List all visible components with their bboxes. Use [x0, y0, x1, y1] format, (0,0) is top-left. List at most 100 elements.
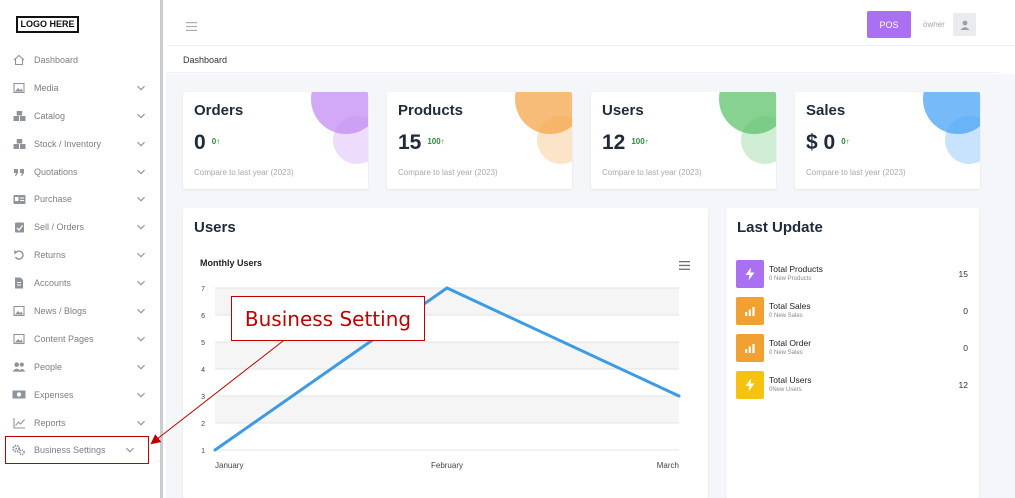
last-update-row: Total Users 0New Users 12 [736, 371, 968, 399]
sidebar-item-quotations[interactable]: Quotations [0, 158, 160, 186]
row-value: 0 [963, 306, 968, 316]
sidebar-item-returns[interactable]: Returns [0, 241, 160, 269]
sidebar-menu: Dashboard Media Catalog Stock / Inventory Qu… [0, 46, 160, 465]
y-tick-label: 4 [201, 367, 205, 374]
stat-card-products: Products 15 100↑ Compare to last year (2023… [387, 92, 572, 189]
bar-chart-icon [736, 297, 764, 325]
user-name[interactable]: owner [923, 20, 945, 29]
stat-title: Orders [194, 102, 244, 119]
avatar[interactable] [953, 13, 976, 36]
sidebar-item-media[interactable]: Media [0, 74, 160, 102]
y-tick-label: 5 [201, 340, 205, 347]
chevron-down-icon [126, 448, 134, 453]
clipboard-check-icon [12, 220, 26, 234]
boxes-icon [12, 109, 26, 123]
stat-value: 15 [398, 131, 422, 154]
quote-icon [12, 165, 26, 179]
sidebar-item-content-pages[interactable]: Content Pages [0, 325, 160, 353]
sidebar-item-label: Expenses [34, 389, 74, 400]
chevron-down-icon [137, 141, 145, 147]
sidebar-item-news-blogs[interactable]: News / Blogs [0, 297, 160, 325]
row-value: 15 [958, 269, 968, 279]
stat-value-row: 0 0↑ [194, 131, 220, 155]
sidebar-item-label: Business Settings [34, 445, 106, 456]
y-tick-label: 1 [201, 448, 205, 455]
user-icon [960, 20, 969, 30]
chevron-down-icon [137, 280, 145, 286]
id-card-icon [12, 192, 26, 206]
sidebar-item-stock-inventory[interactable]: Stock / Inventory [0, 130, 160, 158]
row-subtitle: 0 New Products [769, 276, 812, 282]
breadcrumb: Dashboard [183, 55, 228, 65]
data-point [213, 448, 217, 452]
sidebar-item-people[interactable]: People [0, 353, 160, 381]
sidebar-item-label: Sell / Orders [34, 222, 85, 233]
sidebar-item-label: Reports [34, 417, 66, 428]
stat-card-sales: Sales $ 0 0↑ Compare to last year (2023) [795, 92, 980, 189]
pos-button[interactable]: POS [867, 11, 911, 38]
undo-icon [12, 248, 26, 262]
decor-circle [945, 116, 980, 164]
menu-toggle-icon[interactable] [186, 18, 197, 36]
stat-title: Users [602, 102, 644, 119]
sidebar-item-catalog[interactable]: Catalog [0, 102, 160, 130]
row-title: Total Sales [769, 301, 811, 311]
y-tick-label: 3 [201, 394, 205, 401]
stat-card-orders: Orders 0 0↑ Compare to last year (2023) [183, 92, 368, 189]
sidebar-item-label: Content Pages [34, 333, 94, 344]
sidebar: LOGO HERE Dashboard Media Catalog Stock / I… [0, 0, 163, 498]
file-icon [12, 276, 26, 290]
users-panel: Users Monthly Users 1 2 3 4 5 6 7 January Februa… [183, 208, 708, 498]
bar-chart-icon [736, 334, 764, 362]
last-update-panel: Last Update Total Products 0 New Products… [726, 208, 979, 498]
home-icon [12, 53, 26, 67]
sidebar-item-label: Accounts [34, 278, 72, 289]
bolt-icon [736, 260, 764, 288]
x-tick-label: February [431, 461, 463, 470]
decor-circle [333, 116, 368, 164]
sidebar-item-sell-orders[interactable]: Sell / Orders [0, 213, 160, 241]
boxes-icon [12, 137, 26, 151]
chevron-down-icon [137, 169, 145, 175]
stat-card-users: Users 12 100↑ Compare to last year (2023) [591, 92, 776, 189]
sidebar-item-dashboard[interactable]: Dashboard [0, 46, 160, 74]
stat-value-row: $ 0 0↑ [806, 131, 850, 155]
y-tick-label: 6 [201, 313, 205, 320]
chevron-down-icon [137, 113, 145, 119]
logo: LOGO HERE [16, 16, 79, 33]
chevron-down-icon [137, 85, 145, 91]
stat-delta: 0↑ [841, 137, 850, 146]
image-icon [12, 332, 26, 346]
image-icon [12, 304, 26, 318]
sidebar-item-label: Returns [34, 250, 66, 261]
chevron-down-icon [137, 420, 145, 426]
stat-title: Sales [806, 102, 846, 119]
sidebar-item-label: News / Blogs [34, 305, 87, 316]
annotation-callout: Business Setting [231, 296, 425, 341]
sidebar-item-label: Purchase [34, 194, 73, 205]
money-icon [12, 388, 26, 402]
stat-title: Products [398, 102, 464, 119]
y-tick-label: 2 [201, 421, 205, 428]
sidebar-item-expenses[interactable]: Expenses [0, 381, 160, 409]
stat-value: $ 0 [806, 131, 836, 154]
sidebar-item-label: Media [34, 82, 59, 93]
chevron-down-icon [137, 253, 145, 258]
bolt-icon [736, 371, 764, 399]
chevron-down-icon [137, 308, 145, 314]
row-value: 0 [963, 343, 968, 353]
x-tick-label: March [657, 461, 679, 470]
row-subtitle: 0 New Sales [769, 350, 803, 356]
stat-value-row: 15 100↑ [398, 131, 445, 155]
stat-delta: 100↑ [427, 137, 445, 146]
sidebar-item-business-settings[interactable]: Business Settings [5, 436, 149, 465]
stat-footer: Compare to last year (2023) [194, 168, 294, 177]
sidebar-item-label: Quotations [34, 166, 78, 177]
row-title: Total Users [769, 375, 812, 385]
sidebar-item-purchase[interactable]: Purchase [0, 185, 160, 213]
sidebar-item-reports[interactable]: Reports [0, 409, 160, 437]
monthly-users-chart: 1 2 3 4 5 6 7 January February March [201, 286, 681, 470]
chevron-down-icon [137, 392, 145, 398]
sidebar-item-accounts[interactable]: Accounts [0, 269, 160, 297]
chevron-down-icon [137, 364, 145, 370]
